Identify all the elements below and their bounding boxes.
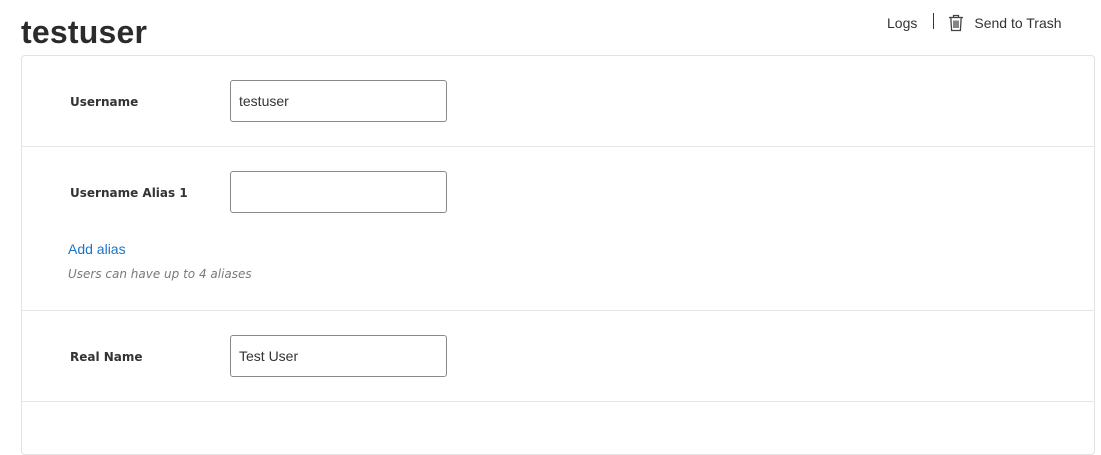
send-to-trash-label: Send to Trash xyxy=(974,15,1062,31)
send-to-trash-button[interactable]: Send to Trash xyxy=(948,14,1062,32)
user-form-card: Username Username Alias 1 Add alias User… xyxy=(21,55,1095,455)
username-input[interactable] xyxy=(230,80,447,122)
add-alias-link[interactable]: Add alias xyxy=(68,241,126,257)
alias-help-text: Users can have up to 4 aliases xyxy=(68,267,252,281)
alias-1-label: Username Alias 1 xyxy=(70,186,188,200)
real-name-label: Real Name xyxy=(70,350,143,364)
top-actions: Logs Send to Trash xyxy=(887,13,1062,33)
page-title: testuser xyxy=(21,14,148,50)
username-row: Username xyxy=(22,56,1094,147)
alias-1-input[interactable] xyxy=(230,171,447,213)
username-label: Username xyxy=(70,95,139,109)
alias-row: Username Alias 1 Add alias Users can hav… xyxy=(22,147,1094,311)
real-name-row: Real Name xyxy=(22,311,1094,402)
real-name-input[interactable] xyxy=(230,335,447,377)
logs-link[interactable]: Logs xyxy=(887,15,917,31)
divider xyxy=(933,13,935,29)
trash-icon xyxy=(948,14,964,32)
